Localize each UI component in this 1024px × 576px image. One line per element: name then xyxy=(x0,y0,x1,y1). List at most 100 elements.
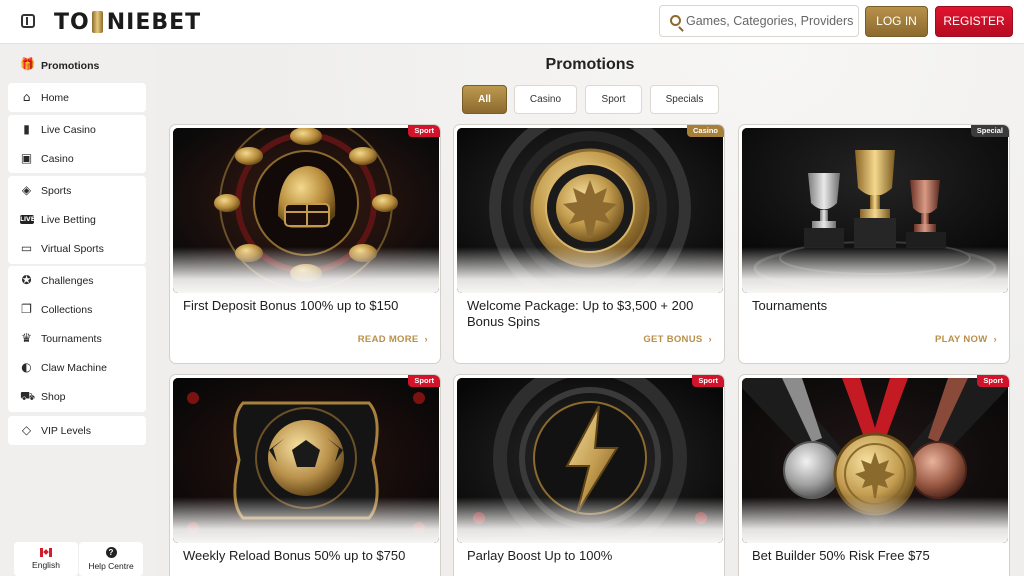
get-bonus-link[interactable]: GET BONUS › xyxy=(643,334,712,345)
cart-icon: ⛟ xyxy=(20,389,36,403)
sidebar-item-home[interactable]: ⌂ Home xyxy=(8,83,146,112)
help-centre-button[interactable]: ? Help Centre xyxy=(79,542,143,576)
sidebar-item-tournaments[interactable]: ♛ Tournaments xyxy=(8,324,146,353)
sidebar-item-label: Sports xyxy=(41,184,72,197)
nav-group-games: ✪ Challenges ❐ Collections ♛ Tournaments… xyxy=(8,266,146,412)
sidebar-item-label: Casino xyxy=(41,152,74,165)
promo-title: Welcome Package: Up to $3,500 + 200 Bonu… xyxy=(467,298,694,329)
sidebar-item-label: Claw Machine xyxy=(41,361,107,374)
sidebar-item-casino[interactable]: ▣ Casino xyxy=(8,144,146,173)
sidebar-item-collections[interactable]: ❐ Collections xyxy=(8,295,146,324)
promo-title: Tournaments xyxy=(752,298,828,313)
category-badge: Sport xyxy=(692,375,724,387)
medal-icon: ✪ xyxy=(21,273,32,287)
canada-flag-icon xyxy=(40,548,52,557)
help-label: Help Centre xyxy=(88,561,134,571)
register-button[interactable]: REGISTER xyxy=(935,6,1013,37)
promo-card-parlay-boost[interactable]: Sport Parlay Boost Up to 100% xyxy=(453,374,725,576)
cta-label: PLAY NOW xyxy=(934,334,988,345)
sidebar-item-label: Virtual Sports xyxy=(41,242,104,255)
search-box[interactable] xyxy=(659,5,859,37)
home-icon: ⌂ xyxy=(22,90,31,104)
search-input[interactable] xyxy=(686,6,854,36)
sidebar-item-label: Tournaments xyxy=(41,332,102,345)
cta-label: READ MORE xyxy=(357,334,419,345)
promo-title: Parlay Boost Up to 100% xyxy=(467,548,613,563)
slot-machine-icon: ▣ xyxy=(20,151,33,165)
promo-title: Weekly Reload Bonus 50% up to $750 xyxy=(183,548,406,563)
sidebar-item-shop[interactable]: ⛟ Shop xyxy=(8,382,146,411)
live-icon: LIVE xyxy=(20,215,35,224)
promo-title: First Deposit Bonus 100% up to $150 xyxy=(183,298,399,313)
logo-text-right: NIEBET xyxy=(106,9,202,35)
sidebar-item-claw-machine[interactable]: ◐ Claw Machine xyxy=(8,353,146,382)
category-badge: Sport xyxy=(977,375,1009,387)
help-icon: ? xyxy=(105,547,117,558)
filter-casino[interactable]: Casino xyxy=(514,85,577,114)
sidebar-item-label: Challenges xyxy=(41,274,94,287)
nav-group-home: ⌂ Home xyxy=(8,83,146,112)
promo-card-tournaments[interactable]: Special Tournaments PLAY NOW › xyxy=(738,124,1010,364)
sidebar-item-challenges[interactable]: ✪ Challenges xyxy=(8,266,146,295)
monitor-icon: ▭ xyxy=(20,241,33,255)
sidebar-item-label: Promotions xyxy=(41,60,100,72)
nav-group-vip: ◇ VIP Levels xyxy=(8,416,146,445)
sidebar-toggle-icon[interactable] xyxy=(21,14,35,28)
page-title: Promotions xyxy=(545,56,635,73)
gift-icon: 🎁 xyxy=(20,57,35,71)
play-now-link[interactable]: PLAY NOW › xyxy=(935,334,997,345)
sidebar-item-label: VIP Levels xyxy=(41,424,92,437)
promo-card-welcome-package[interactable]: Casino Welcome Package: Up to $3,500 + 2… xyxy=(453,124,725,364)
top-header: TO NIEBET LOG IN REGISTER xyxy=(0,0,1024,44)
main-content: Promotions All Casino Sport Specials Spo… xyxy=(156,44,1024,576)
sidebar-item-label: Collections xyxy=(41,303,93,316)
promo-image xyxy=(173,128,439,293)
sidebar-item-live-casino[interactable]: ▮ Live Casino xyxy=(8,115,146,144)
nav-group-sports: ◈ Sports LIVE Live Betting ▭ Virtual Spo… xyxy=(8,176,146,264)
promo-image xyxy=(173,378,439,543)
promo-title: Bet Builder 50% Risk Free $75 xyxy=(752,548,930,563)
chevron-right-icon: › xyxy=(424,334,428,345)
filter-all[interactable]: All xyxy=(462,85,507,114)
sidebar-item-virtual-sports[interactable]: ▭ Virtual Sports xyxy=(8,234,146,263)
read-more-link[interactable]: READ MORE › xyxy=(358,334,428,345)
football-icon: ◈ xyxy=(21,183,32,197)
sidebar-item-sports[interactable]: ◈ Sports xyxy=(8,176,146,205)
promo-image xyxy=(742,378,1008,543)
promo-card-weekly-reload[interactable]: Sport Weekly Reload Bonus 50% up to $750 xyxy=(169,374,441,576)
category-badge: Special xyxy=(970,125,1009,137)
sidebar-item-label: Live Casino xyxy=(41,123,96,136)
sidebar-item-promotions[interactable]: 🎁 Promotions xyxy=(8,52,146,79)
trophy-icon: ♛ xyxy=(21,331,32,345)
brand-logo[interactable]: TO NIEBET xyxy=(54,9,201,35)
category-badge: Sport xyxy=(408,125,440,137)
coin-icon xyxy=(91,11,103,33)
promo-image xyxy=(457,378,723,543)
category-badge: Casino xyxy=(686,125,724,137)
language-label: English xyxy=(32,560,60,570)
filter-specials[interactable]: Specials xyxy=(650,85,719,114)
phone-card-icon: ▮ xyxy=(23,122,30,136)
language-button[interactable]: English xyxy=(14,542,78,576)
sidebar-item-label: Home xyxy=(41,91,70,104)
filter-sport[interactable]: Sport xyxy=(585,85,642,114)
sidebar: 🎁 Promotions ⌂ Home ▮ Live Casino ▣ Casi… xyxy=(0,44,156,576)
category-badge: Sport xyxy=(408,375,440,387)
logo-text-left: TO xyxy=(54,9,90,35)
sidebar-item-vip-levels[interactable]: ◇ VIP Levels xyxy=(8,416,146,445)
promo-image xyxy=(742,128,1008,293)
chevron-right-icon: › xyxy=(708,334,712,345)
nav-group-casino: ▮ Live Casino ▣ Casino xyxy=(8,115,146,173)
login-button[interactable]: LOG IN xyxy=(865,6,928,37)
cta-label: GET BONUS xyxy=(643,334,703,345)
promo-card-bet-builder[interactable]: Sport Bet Builder 50% Risk Free $75 xyxy=(738,374,1010,576)
sidebar-item-live-betting[interactable]: LIVE Live Betting xyxy=(8,205,146,234)
sidebar-item-label: Live Betting xyxy=(41,213,96,226)
search-icon xyxy=(670,15,681,26)
claw-icon: ◐ xyxy=(21,360,32,374)
sidebar-item-label: Shop xyxy=(41,390,66,403)
chevron-right-icon: › xyxy=(993,334,997,345)
diamond-icon: ◇ xyxy=(21,423,32,437)
promo-image xyxy=(457,128,723,293)
promo-card-first-deposit[interactable]: Sport First Deposit Bonus 100% up to $15… xyxy=(169,124,441,364)
